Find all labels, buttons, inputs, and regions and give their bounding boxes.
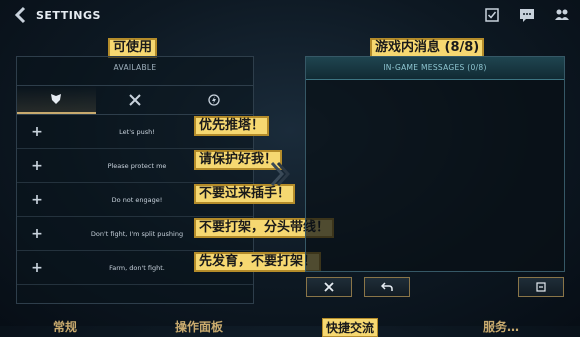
undo-icon	[381, 282, 393, 291]
add-icon[interactable]: +	[17, 192, 57, 208]
friends-icon[interactable]	[554, 7, 570, 23]
row-cn-label: 先发育，不要打架！	[194, 252, 322, 272]
undo-button[interactable]	[364, 277, 410, 297]
back-chevron-icon[interactable]	[12, 6, 30, 24]
tab-controls[interactable]: 操作面板	[172, 318, 226, 335]
tab-general[interactable]: 常规	[50, 318, 80, 335]
tab-quick-chat[interactable]: 快捷交流	[322, 318, 379, 337]
ingame-cn-label: 游戏内消息 (8/8)	[370, 38, 485, 58]
add-icon[interactable]: +	[17, 124, 57, 140]
available-title: AVAILABLE	[113, 63, 157, 72]
ingame-messages-panel: IN-GAME MESSAGES (0/8)	[305, 56, 565, 272]
shield-icon	[51, 94, 62, 104]
chat-icon[interactable]	[519, 7, 535, 23]
tab-fight[interactable]	[96, 86, 175, 114]
save-icon	[536, 282, 546, 292]
available-cn-label: 可使用	[108, 38, 158, 58]
tab-lightning[interactable]	[174, 86, 253, 114]
missions-icon[interactable]	[484, 7, 500, 23]
x-icon	[324, 282, 334, 292]
ingame-title: IN-GAME MESSAGES (0/8)	[306, 57, 564, 80]
add-icon[interactable]: +	[17, 260, 57, 276]
tab-service[interactable]: 服务…	[480, 318, 522, 335]
clear-button[interactable]	[306, 277, 352, 297]
transfer-arrow-icon	[270, 161, 290, 187]
add-icon[interactable]: +	[17, 158, 57, 174]
page-title: SETTINGS	[36, 9, 101, 22]
lightning-icon	[208, 94, 220, 106]
top-bar: SETTINGS	[0, 0, 580, 30]
bottom-nav: 常规 操作面板 快捷交流 服务…	[0, 314, 580, 337]
add-icon[interactable]: +	[17, 226, 57, 242]
row-cn-label: 优先推塔！	[194, 116, 270, 136]
category-tabs	[17, 85, 253, 115]
save-button[interactable]	[518, 277, 564, 297]
tab-shield[interactable]	[17, 86, 96, 114]
crossed-swords-icon	[129, 94, 141, 106]
